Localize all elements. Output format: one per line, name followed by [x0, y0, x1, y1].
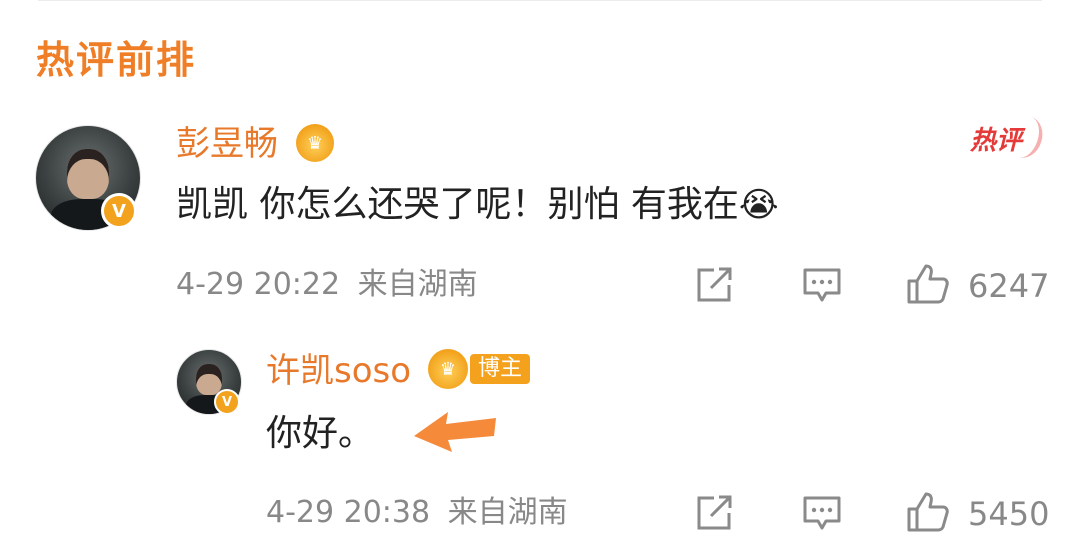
reply-verified-badge: V — [214, 389, 240, 415]
reply-location: 来自湖南 — [447, 495, 568, 530]
reply-username[interactable]: 许凯soso — [266, 354, 411, 388]
arrow-icon — [414, 412, 496, 452]
comment-meta: 4-29 20:22 来自湖南 — [176, 270, 478, 300]
comment-icon[interactable] — [802, 267, 842, 303]
reply-timestamp: 4-29 20:38 — [266, 495, 431, 530]
comment-timestamp: 4-29 20:22 — [176, 267, 341, 302]
comment-username[interactable]: 彭昱畅 — [176, 127, 278, 161]
reply-like-count: 5450 — [968, 495, 1050, 533]
comment-like-count: 6247 — [968, 267, 1050, 305]
crown-icon: ♛ — [296, 124, 334, 162]
like-icon[interactable] — [906, 491, 950, 533]
share-icon[interactable] — [694, 266, 734, 304]
section-title: 热评前排 — [36, 38, 197, 82]
comment-text: 凯凯 你怎么还哭了呢！别怕 有我在 — [176, 184, 739, 225]
comment-icon[interactable] — [802, 495, 842, 531]
verified-badge: V — [101, 193, 137, 229]
like-icon[interactable] — [906, 263, 950, 305]
comment-location: 来自湖南 — [357, 267, 478, 302]
crying-emoji-icon: 😭 — [738, 185, 779, 225]
reply-text: 你好。 — [266, 413, 375, 454]
crown-icon: ♛ — [428, 349, 468, 389]
top-divider — [38, 0, 1042, 1]
share-icon[interactable] — [694, 494, 734, 532]
comment-text-row: 凯凯 你怎么还哭了呢！别怕 有我在😭 — [176, 187, 779, 223]
reply-meta: 4-29 20:38 来自湖南 — [266, 498, 568, 528]
author-badge: 博主 — [470, 354, 531, 384]
